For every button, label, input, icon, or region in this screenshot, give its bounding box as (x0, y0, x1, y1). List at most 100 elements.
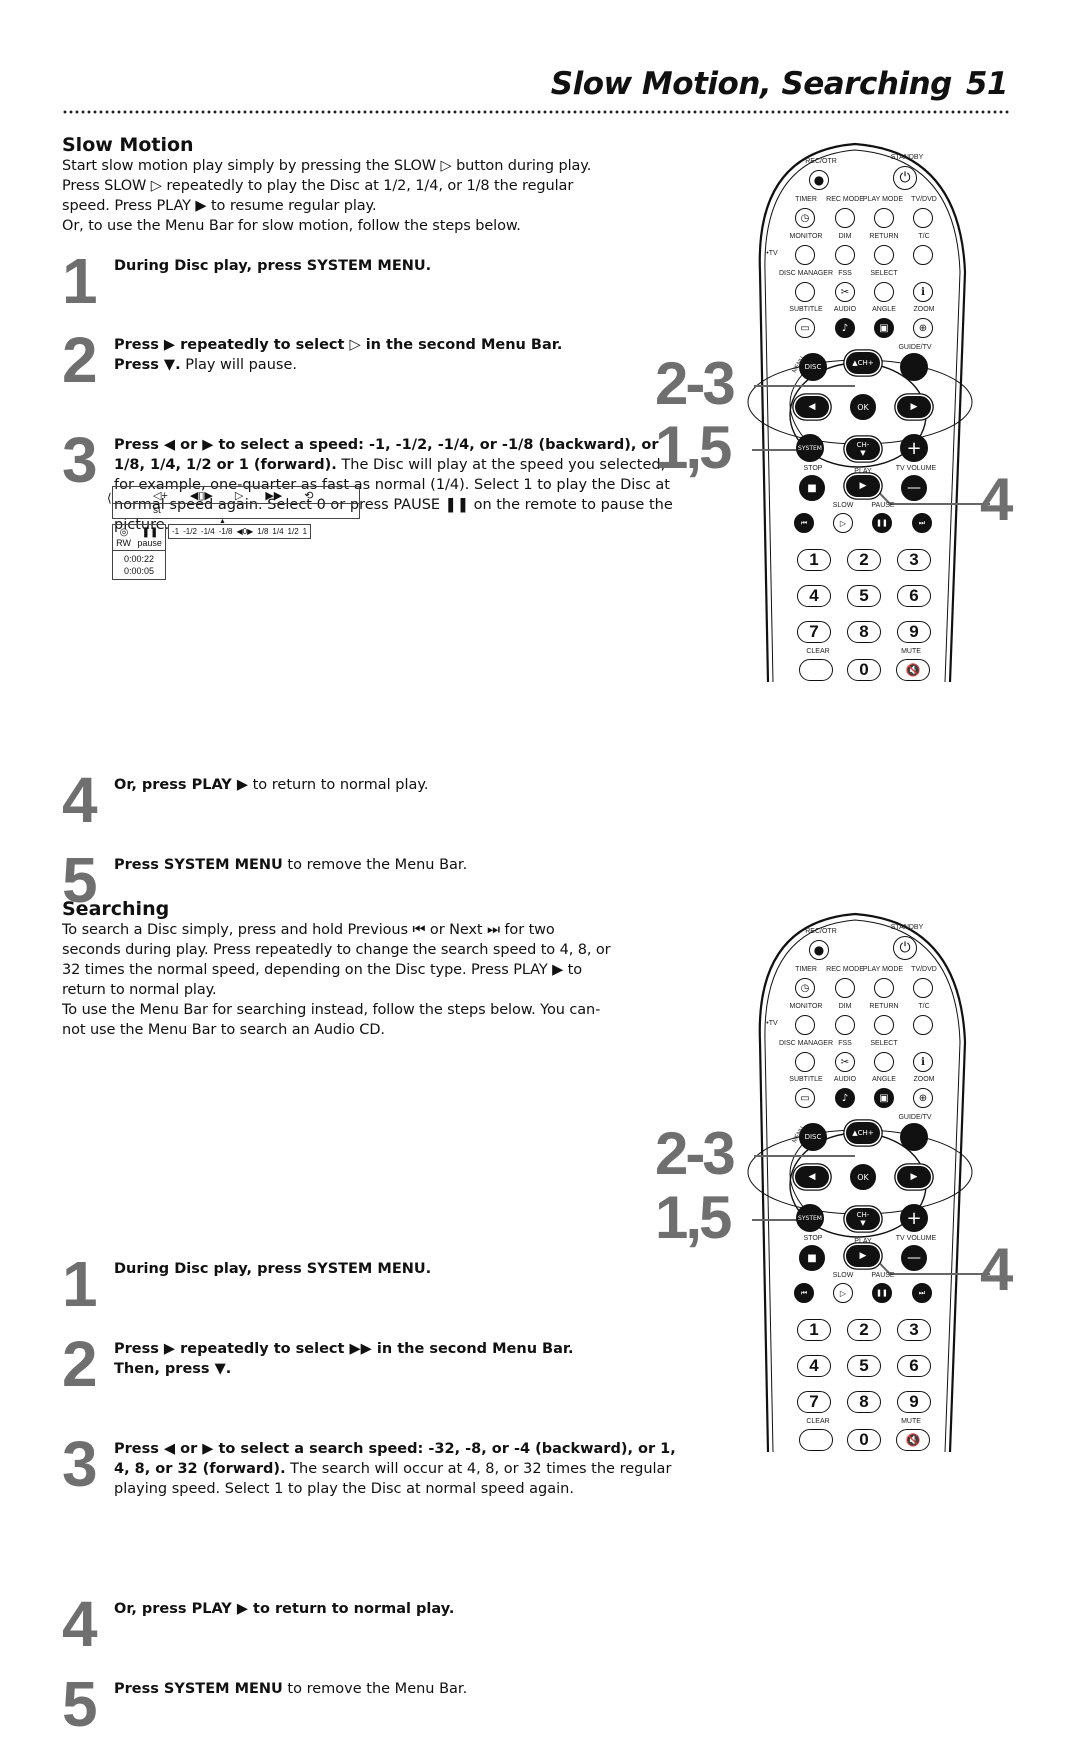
digit-3-button[interactable]: 3 (897, 549, 931, 571)
zoom-button[interactable]: ⊕ (913, 1088, 933, 1108)
digit-7-button[interactable]: 7 (797, 1391, 831, 1413)
select-button[interactable] (874, 1052, 894, 1072)
subtitle-button[interactable]: ▭ (795, 1088, 815, 1108)
digit-1-button[interactable]: 1 (797, 549, 831, 571)
digit-9-button[interactable]: 9 (897, 1391, 931, 1413)
tc-button[interactable] (913, 245, 933, 265)
rec-otr-button[interactable]: ● (809, 170, 829, 190)
subtitle-button[interactable]: ▭ (795, 318, 815, 338)
return-button[interactable] (874, 245, 894, 265)
stop-button[interactable]: ■ (799, 475, 825, 501)
slow-button[interactable]: ▷ (833, 1283, 853, 1303)
guide-tv-button[interactable] (900, 1123, 928, 1151)
fss-button[interactable]: ✂ (835, 282, 855, 302)
ch-minus-button[interactable]: CH- ▼ (846, 1208, 880, 1230)
digit-6-button[interactable]: 6 (897, 1355, 931, 1377)
digit-5-button[interactable]: 5 (847, 1355, 881, 1377)
mute-button[interactable]: 🔇 (896, 659, 930, 681)
right-button[interactable]: ▶ (897, 1166, 931, 1188)
next-button[interactable]: ⏭ (912, 513, 932, 533)
angle-button[interactable]: ▣ (874, 1088, 894, 1108)
audio-button[interactable]: ♪ (835, 1088, 855, 1108)
standby-button[interactable]: ⏻ (893, 936, 917, 960)
previous-button[interactable]: ⏮ (794, 1283, 814, 1303)
ch-plus-button[interactable]: ▲ CH+ (846, 1122, 880, 1144)
timer-button[interactable]: ◷ (795, 208, 815, 228)
play-button[interactable]: ▶ (846, 475, 880, 497)
monitor-button[interactable] (795, 1015, 815, 1035)
standby-button[interactable]: ⏻ (893, 166, 917, 190)
mute-icon: 🔇 (905, 1433, 921, 1447)
play-button[interactable]: ▶ (846, 1245, 880, 1267)
left-button[interactable]: ◀ (795, 1166, 829, 1188)
rec-mode-button[interactable] (835, 978, 855, 998)
tv-volume-up-button[interactable]: + (900, 1204, 928, 1232)
tv-dvd-button[interactable] (913, 978, 933, 998)
angle-button[interactable]: ▣ (874, 318, 894, 338)
mute-label: MUTE (901, 1418, 921, 1425)
disc-label: DISC (804, 363, 822, 371)
left-button[interactable]: ◀ (795, 396, 829, 418)
ch-plus-button[interactable]: ▲ CH+ (846, 352, 880, 374)
ok-button[interactable]: OK (850, 394, 876, 420)
ok-button[interactable]: OK (850, 1164, 876, 1190)
tc-button[interactable] (913, 1015, 933, 1035)
digit-4-button[interactable]: 4 (797, 1355, 831, 1377)
pause-icon: ❚❚ (876, 1289, 888, 1297)
slow-button[interactable]: ▷ (833, 513, 853, 533)
info-icon: i (921, 1056, 925, 1068)
next-button[interactable]: ⏭ (912, 1283, 932, 1303)
digit-1-button[interactable]: 1 (797, 1319, 831, 1341)
play-mode-button[interactable] (874, 208, 894, 228)
mute-button[interactable]: 🔇 (896, 1429, 930, 1451)
stop-button[interactable]: ■ (799, 1245, 825, 1271)
system-menu-button[interactable]: SYSTEM (796, 434, 824, 462)
fast-forward-icon: ▶▶ (265, 489, 283, 502)
dim-button[interactable] (835, 1015, 855, 1035)
digit-0-button[interactable]: 0 (847, 659, 881, 681)
timer-button[interactable]: ◷ (795, 978, 815, 998)
guide-tv-button[interactable] (900, 353, 928, 381)
select-button[interactable] (874, 282, 894, 302)
pause-button[interactable]: ❚❚ (872, 513, 892, 533)
digit-6-button[interactable]: 6 (897, 585, 931, 607)
monitor-button[interactable] (795, 245, 815, 265)
audio-button[interactable]: ♪ (835, 318, 855, 338)
play-mode-button[interactable] (874, 978, 894, 998)
digit-0-button[interactable]: 0 (847, 1429, 881, 1451)
zoom-button[interactable]: ⊕ (913, 318, 933, 338)
disc-manager-button[interactable] (795, 1052, 815, 1072)
fss-button[interactable]: ✂ (835, 1052, 855, 1072)
system-menu-button[interactable]: SYSTEM (796, 1204, 824, 1232)
clear-button[interactable] (799, 659, 833, 681)
digit-4-button[interactable]: 4 (797, 585, 831, 607)
digit-2-button[interactable]: 2 (847, 1319, 881, 1341)
return-button[interactable] (874, 1015, 894, 1035)
digit-5-button[interactable]: 5 (847, 585, 881, 607)
timer-label: TIMER (795, 196, 817, 203)
previous-button[interactable]: ⏮ (794, 513, 814, 533)
tv-volume-down-button[interactable]: — (901, 475, 927, 501)
ch-minus-button[interactable]: CH- ▼ (846, 438, 880, 460)
tv-dvd-button[interactable] (913, 208, 933, 228)
digit-8-button[interactable]: 8 (847, 1391, 881, 1413)
pause-button[interactable]: ❚❚ (872, 1283, 892, 1303)
dim-button[interactable] (835, 245, 855, 265)
info-button[interactable]: i (913, 1052, 933, 1072)
tv-volume-down-button[interactable]: — (901, 1245, 927, 1271)
digit-7-button[interactable]: 7 (797, 621, 831, 643)
clear-button[interactable] (799, 1429, 833, 1451)
intro-line: Press SLOW ▷ repeatedly to play the Disc… (62, 178, 574, 194)
digit-8-button[interactable]: 8 (847, 621, 881, 643)
tv-label: •TV (766, 1020, 778, 1027)
digit-9-button[interactable]: 9 (897, 621, 931, 643)
tv-volume-up-button[interactable]: + (900, 434, 928, 462)
rec-otr-button[interactable]: ● (809, 940, 829, 960)
rec-mode-button[interactable] (835, 208, 855, 228)
disc-manager-button[interactable] (795, 282, 815, 302)
info-button[interactable]: i (913, 282, 933, 302)
speed-option: 1/4 (272, 527, 284, 536)
digit-2-button[interactable]: 2 (847, 549, 881, 571)
digit-3-button[interactable]: 3 (897, 1319, 931, 1341)
right-button[interactable]: ▶ (897, 396, 931, 418)
